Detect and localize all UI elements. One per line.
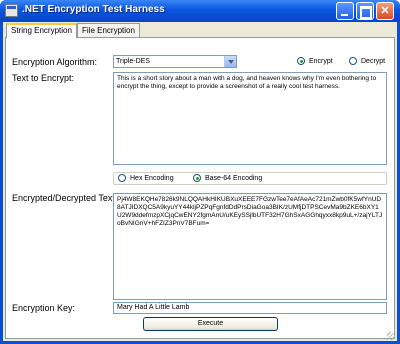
chevron-down-icon[interactable] [224,56,236,67]
window-title: .NET Encryption Test Harness [22,4,165,15]
encrypt-radio-label: Encrypt [309,57,333,65]
key-label: Encryption Key: [12,303,76,313]
decrypt-radio-option[interactable]: Decrypt [349,57,385,65]
close-button[interactable]: ✕ [376,2,394,20]
string-encryption-panel: Encryption Algorithm: Triple-DES Encrypt… [5,37,395,339]
algorithm-label: Encryption Algorithm: [12,57,98,67]
tab-string-encryption[interactable]: String Encryption [6,23,77,38]
app-window: .NET Encryption Test Harness ✕ String En… [0,0,400,344]
minimize-button[interactable] [336,2,354,20]
encrypt-radio[interactable] [297,57,305,65]
resize-grip[interactable] [387,332,395,340]
title-bar[interactable]: .NET Encryption Test Harness ✕ [0,0,400,22]
decrypt-radio[interactable] [349,57,357,65]
encrypt-radio-option[interactable]: Encrypt [297,57,333,65]
base64-encoding-radio[interactable] [193,174,201,182]
base64-encoding-label: Base-64 Encoding [205,174,263,182]
maximize-button[interactable] [356,2,374,20]
app-icon[interactable] [5,4,18,17]
execute-button[interactable]: Execute [143,317,278,331]
algorithm-select[interactable]: Triple-DES [113,55,237,68]
text-to-encrypt-input[interactable]: This is a short story about a man with a… [113,72,387,165]
tab-file-encryption[interactable]: File Encryption [77,23,140,37]
algorithm-select-value: Triple-DES [116,58,150,65]
base64-encoding-option[interactable]: Base-64 Encoding [193,174,262,182]
encryption-key-input[interactable]: Mary Had A Little Lamb [113,302,387,314]
hex-encoding-label: Hex Encoding [130,174,174,182]
hex-encoding-radio[interactable] [118,174,126,182]
text-to-encrypt-label: Text to Encrypt: [12,73,75,83]
output-text-area[interactable]: Pj4W8EKQHe7826k9NLQQAHkHIKUBXuXEEE7FGzwT… [113,193,387,300]
window-client-area: String Encryption File Encryption Encryp… [3,22,397,341]
output-label: Encrypted/Decrypted Text: [12,193,118,203]
decrypt-radio-label: Decrypt [361,57,386,65]
hex-encoding-option[interactable]: Hex Encoding [118,174,174,182]
